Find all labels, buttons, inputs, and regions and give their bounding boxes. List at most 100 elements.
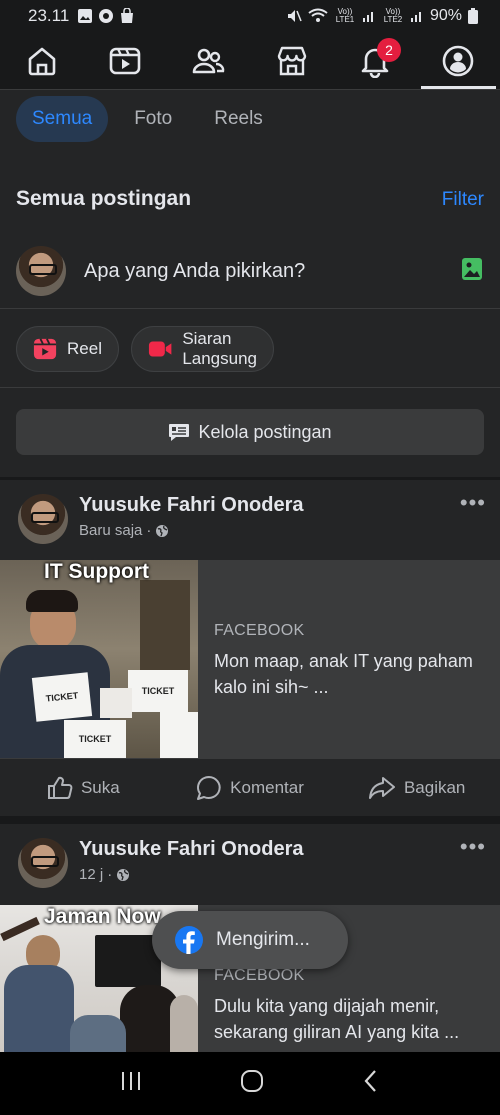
chip-all[interactable]: Semua xyxy=(16,96,109,142)
status-time: 23.11 xyxy=(28,6,70,25)
home-icon xyxy=(28,47,55,75)
nav-notifications[interactable]: 2 xyxy=(333,32,416,89)
post-header: Yuusuke Fahri Onodera Baru saja · ••• xyxy=(0,480,500,560)
signal-icon xyxy=(410,12,421,22)
posts-header-section: Semua Foto Reels Semua postingan Filter … xyxy=(0,91,500,307)
shared-link-card[interactable]: TICKET TICKET TICKET IT Support FACEBOOK… xyxy=(0,560,500,758)
live-video-icon xyxy=(148,341,172,357)
photo-icon xyxy=(462,257,482,280)
friends-icon xyxy=(193,48,225,73)
nav-marketplace[interactable] xyxy=(250,32,333,89)
home-system-button[interactable] xyxy=(240,1069,264,1098)
ticket-sign: TICKET xyxy=(64,720,126,758)
author-name[interactable]: Yuusuke Fahri Onodera xyxy=(79,838,304,861)
live-label: Siaran Langsung xyxy=(182,329,257,369)
like-button[interactable]: Suka xyxy=(0,759,167,816)
manage-posts-label: Kelola postingan xyxy=(198,421,332,442)
comment-icon xyxy=(197,775,221,800)
share-label: Bagikan xyxy=(403,777,466,797)
share-icon xyxy=(368,776,395,799)
recent-apps-button[interactable] xyxy=(119,1070,143,1097)
live-label-line2: Langsung xyxy=(182,349,257,368)
status-system-icons: Vo)) LTE1 Vo)) LTE2 90% xyxy=(286,7,478,25)
post-meta: 12 j · xyxy=(79,866,130,883)
chip-photos[interactable]: Foto xyxy=(118,96,188,142)
divider xyxy=(0,816,500,824)
post-time[interactable]: Baru saja xyxy=(79,522,142,539)
share-button[interactable]: Bagikan xyxy=(333,759,500,816)
toast-label: Mengirim... xyxy=(216,929,310,950)
nav-profile[interactable] xyxy=(417,32,500,89)
nav-friends[interactable] xyxy=(167,32,250,89)
nav-home[interactable] xyxy=(0,32,83,89)
comment-label: Komentar xyxy=(230,777,304,797)
battery-percent: 90% xyxy=(429,7,462,24)
status-notification-icons xyxy=(77,8,135,24)
post-meta: Baru saja · xyxy=(79,522,169,539)
composer-prompt[interactable]: Apa yang Anda pikirkan? xyxy=(84,260,305,283)
thumbnail-caption: Jaman Now xyxy=(44,905,161,928)
like-icon xyxy=(47,776,73,799)
gallery-notif-icon xyxy=(78,9,93,23)
recent-apps-icon xyxy=(121,1072,140,1090)
battery-icon xyxy=(468,8,478,24)
record-notif-icon xyxy=(99,9,114,23)
create-actions-section: Reel Siaran Langsung xyxy=(0,308,500,388)
top-navigation: 2 xyxy=(0,32,500,90)
shop-notif-icon xyxy=(121,8,134,23)
wifi-icon xyxy=(308,8,328,22)
reel-icon xyxy=(33,338,57,360)
mute-icon xyxy=(287,10,302,22)
notification-badge: 2 xyxy=(376,38,401,62)
ticket-sign: TICKET xyxy=(31,672,93,722)
nav-video[interactable] xyxy=(83,32,166,89)
thumbnail-caption: IT Support xyxy=(44,560,149,583)
link-title: Mon maap, anak IT yang paham kalo ini si… xyxy=(214,651,473,697)
video-icon xyxy=(109,47,141,74)
manage-posts-icon xyxy=(169,424,190,441)
manage-posts-button[interactable]: Kelola postingan xyxy=(16,409,484,455)
like-label: Suka xyxy=(80,777,120,797)
link-title: Dulu kita yang dijajah menir, sekarang g… xyxy=(214,996,460,1042)
status-bar: 23.11 Vo)) LTE1 Vo)) LTE2 90% xyxy=(0,0,500,32)
reel-label: Reel xyxy=(67,339,102,358)
ticket-sign: TICKET xyxy=(128,670,188,712)
filter-chips: Semua Foto Reels xyxy=(16,96,279,142)
author-name[interactable]: Yuusuke Fahri Onodera xyxy=(79,494,304,517)
avatar[interactable] xyxy=(16,246,66,296)
filter-button[interactable]: Filter xyxy=(442,189,484,211)
facebook-logo-icon xyxy=(175,926,203,954)
more-options-icon[interactable]: ••• xyxy=(460,834,486,860)
link-source: FACEBOOK xyxy=(214,622,305,639)
live-button[interactable]: Siaran Langsung xyxy=(131,326,274,372)
sending-toast: Mengirim... xyxy=(152,911,348,969)
back-icon xyxy=(364,1070,377,1092)
chip-reels[interactable]: Reels xyxy=(198,96,279,142)
back-button[interactable] xyxy=(361,1069,381,1098)
shared-thumbnail: TICKET TICKET TICKET IT Support xyxy=(0,560,198,758)
post-composer[interactable]: Apa yang Anda pikirkan? xyxy=(0,236,500,306)
post-actions: Suka Komentar Bagikan xyxy=(0,758,500,816)
meta-separator: · xyxy=(146,522,152,539)
home-circle-icon xyxy=(240,1070,263,1092)
live-label-line1: Siaran xyxy=(182,329,232,348)
signal-icon xyxy=(362,12,373,22)
marketplace-icon xyxy=(277,46,306,75)
photo-button[interactable] xyxy=(460,256,484,287)
globe-icon xyxy=(156,524,169,537)
reel-button[interactable]: Reel xyxy=(16,326,119,372)
lte1-label: Vo)) LTE1 xyxy=(335,7,355,24)
author-avatar[interactable] xyxy=(18,838,68,888)
comment-button[interactable]: Komentar xyxy=(167,759,334,816)
more-options-icon[interactable]: ••• xyxy=(460,490,486,516)
author-avatar[interactable] xyxy=(18,494,68,544)
manage-posts-section: Kelola postingan xyxy=(0,389,500,477)
post-card: Yuusuke Fahri Onodera Baru saja · ••• TI… xyxy=(0,480,500,816)
lte2-label: Vo)) LTE2 xyxy=(383,7,403,24)
post-header: Yuusuke Fahri Onodera 12 j · ••• xyxy=(0,824,500,904)
profile-icon xyxy=(442,45,474,76)
globe-icon xyxy=(117,868,130,881)
section-heading: Semua postingan xyxy=(16,187,192,210)
meta-separator: · xyxy=(107,866,113,883)
post-time[interactable]: 12 j xyxy=(79,866,103,883)
